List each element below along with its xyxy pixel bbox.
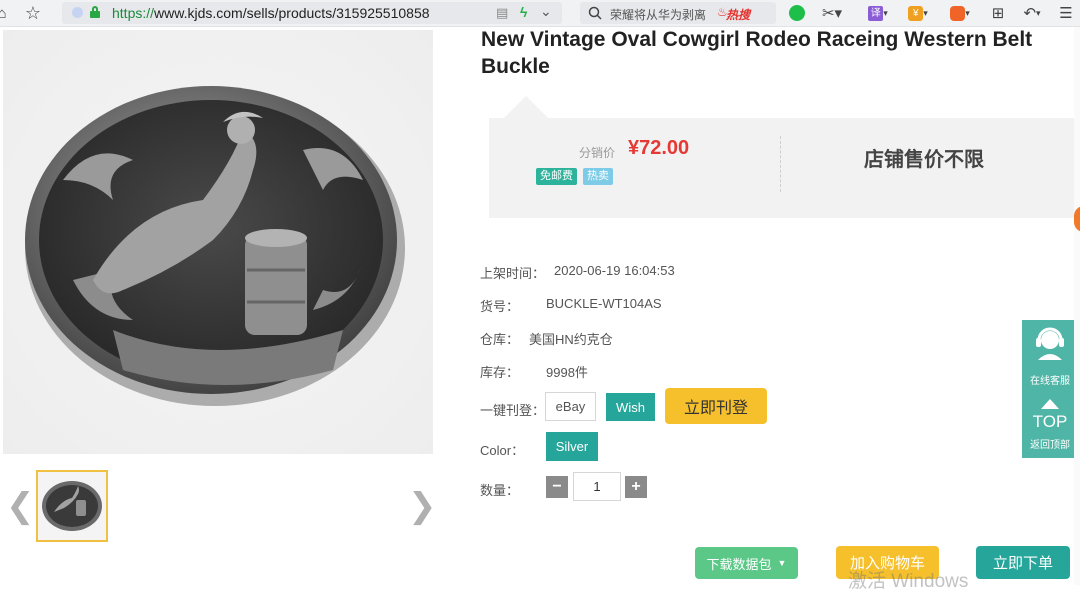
listed-time-value: 2020-06-19 16:04:53	[554, 263, 675, 278]
price-box-notch	[504, 96, 548, 118]
thumbnail-image	[42, 481, 102, 531]
online-service-label[interactable]: 在线客服	[1022, 372, 1078, 387]
address-bar[interactable]: https://www.kjds.com/sells/products/3159…	[62, 2, 562, 24]
sku-value: BUCKLE-WT104AS	[546, 296, 662, 311]
back-to-top-label[interactable]: 返回顶部	[1022, 436, 1078, 451]
download-label: 下载数据包	[706, 556, 772, 572]
publish-now-button[interactable]: 立即刊登	[665, 388, 767, 424]
prev-image-arrow-icon[interactable]: ❮	[6, 486, 35, 526]
search-icon	[588, 6, 602, 20]
stock-label: 库存：	[480, 365, 520, 380]
bookmark-star-icon[interactable]: ☆	[22, 3, 44, 23]
search-query: 荣耀将从华为剥离	[610, 8, 707, 22]
windows-activation-watermark: 激活 Windows	[848, 571, 969, 592]
home-icon[interactable]: ⌂	[0, 3, 10, 23]
color-option-silver[interactable]: Silver	[546, 432, 598, 461]
reader-mode-icon[interactable]: ▤	[496, 5, 508, 21]
lightning-icon[interactable]: ϟ	[520, 4, 527, 20]
product-title: New Vintage Oval Cowgirl Rodeo Raceing W…	[481, 28, 1033, 78]
customer-service-icon[interactable]	[1034, 326, 1066, 360]
quantity-decrease-button[interactable]: −	[546, 476, 568, 498]
ebay-button[interactable]: eBay	[545, 392, 596, 421]
wish-button[interactable]: Wish	[606, 393, 655, 421]
undo-icon[interactable]: ↶ ▾	[1018, 3, 1046, 23]
free-shipping-badge: 免邮费	[536, 168, 577, 185]
lock-icon	[90, 6, 100, 18]
next-image-arrow-icon[interactable]: ❯	[408, 486, 437, 526]
search-box[interactable]: 荣耀将从华为剥离 ♨ 热搜	[580, 2, 776, 24]
translate-icon[interactable]: 译 ▾	[864, 3, 892, 23]
browser-toolbar: ⌂ ☆ https://www.kjds.com/sells/products/…	[0, 0, 1080, 27]
chevron-down-icon[interactable]: ⌄	[540, 3, 552, 20]
stock-value: 9998件	[546, 365, 588, 380]
quantity-increase-button[interactable]: +	[625, 476, 647, 498]
hot-sale-badge: 热卖	[583, 168, 613, 185]
coupon-icon[interactable]: ¥ ▾	[904, 3, 932, 23]
warehouse-value: 美国HN约克仓	[529, 332, 613, 347]
listed-time-label: 上架时间：	[480, 266, 546, 281]
menu-icon[interactable]: ☰	[1056, 3, 1076, 23]
caret-down-icon: ▼	[777, 558, 787, 568]
buy-now-button[interactable]: 立即下单	[976, 546, 1070, 579]
site-icon	[72, 7, 83, 18]
page-scrollbar[interactable]	[1074, 27, 1080, 585]
belt-buckle-image	[25, 86, 405, 406]
download-data-package-button[interactable]: 下载数据包 ▼	[695, 547, 798, 579]
hot-search-label[interactable]: 热搜	[726, 6, 750, 23]
quantity-input[interactable]	[573, 472, 621, 501]
one-click-publish-label: 一键刊登：	[480, 403, 546, 418]
product-thumbnail[interactable]	[36, 470, 108, 542]
price-box	[489, 118, 1080, 218]
quantity-label: 数量：	[480, 483, 520, 498]
grid-apps-icon[interactable]: ⊞	[988, 3, 1008, 23]
price-divider	[780, 136, 781, 192]
chat-bubble-icon[interactable]	[788, 3, 806, 23]
shop-price-text: 店铺售价不限	[864, 149, 984, 171]
product-image[interactable]	[3, 30, 433, 454]
game-icon[interactable]: ▾	[946, 3, 974, 23]
price-label: 分销价	[579, 146, 616, 160]
color-label: Color：	[480, 443, 525, 458]
warehouse-label: 仓库：	[480, 332, 520, 347]
scissors-icon[interactable]: ✂▾	[820, 3, 844, 23]
price-value: ¥72.00	[628, 137, 690, 159]
floating-side-panel: 在线客服 TOP 返回顶部	[1022, 320, 1078, 458]
url-text[interactable]: https://www.kjds.com/sells/products/3159…	[112, 5, 430, 21]
sku-label: 货号：	[480, 299, 520, 314]
top-label[interactable]: TOP	[1022, 412, 1078, 432]
arrow-up-icon[interactable]	[1041, 399, 1059, 409]
